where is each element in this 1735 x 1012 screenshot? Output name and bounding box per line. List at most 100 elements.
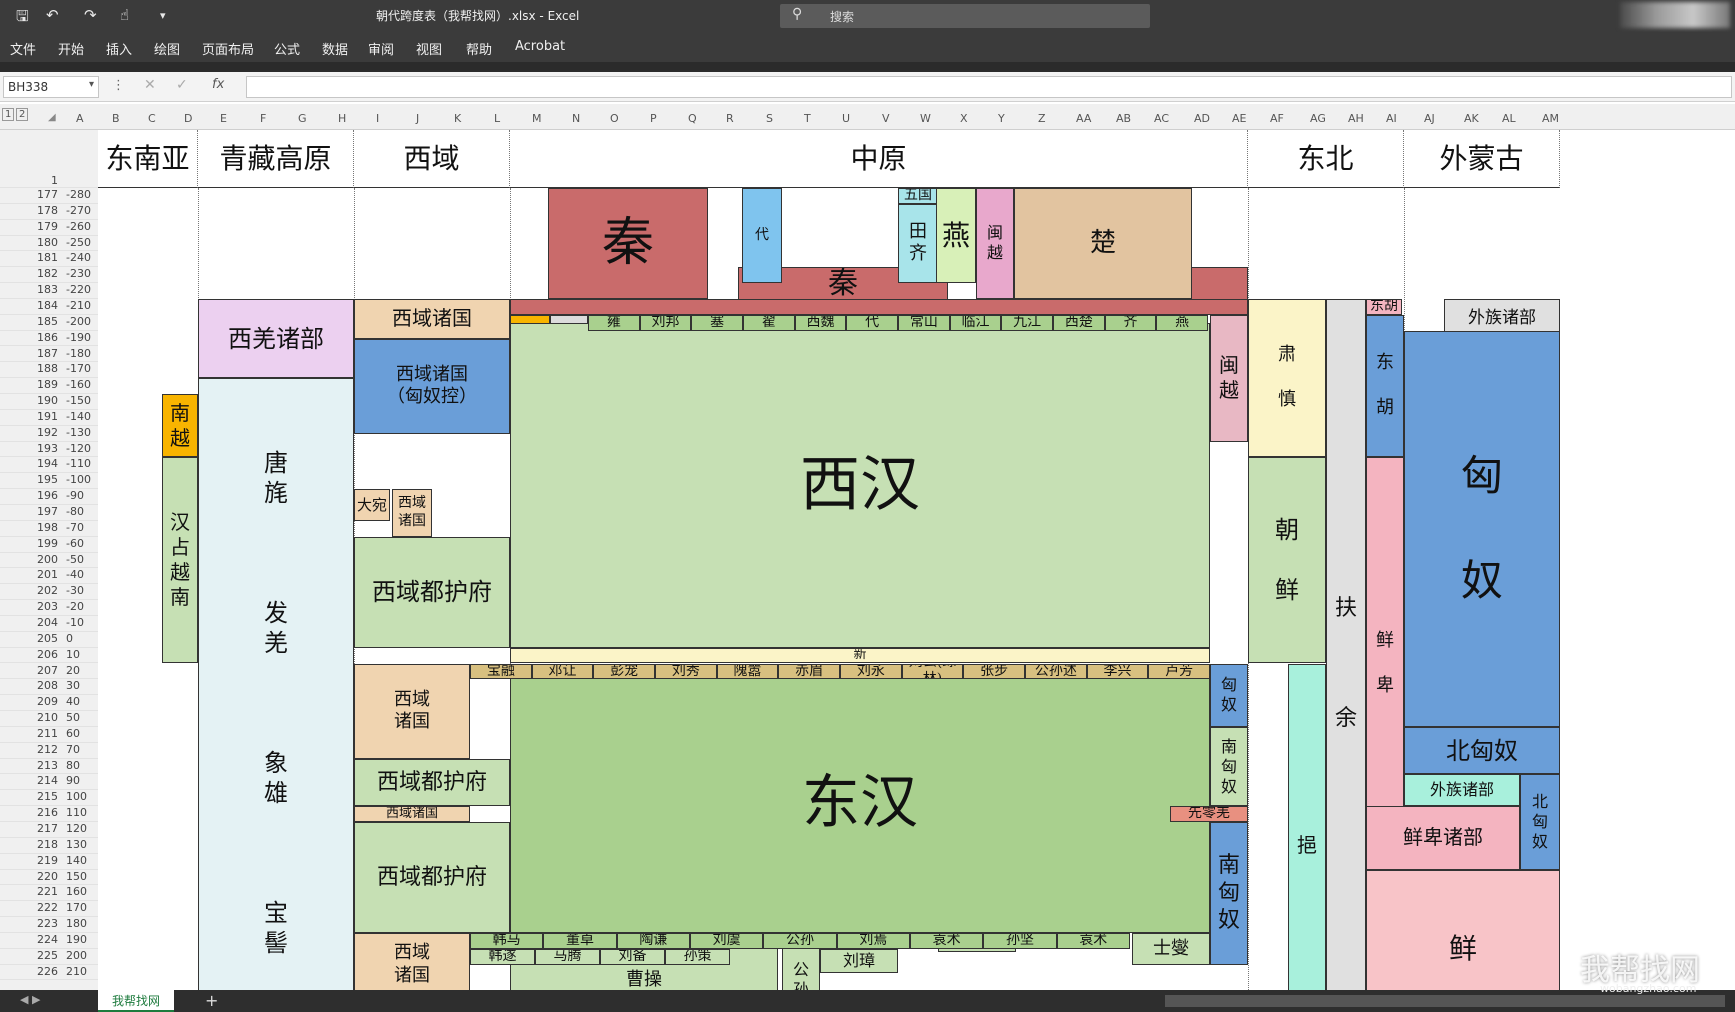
state-strip-cell[interactable]: 隗嚣	[716, 663, 779, 680]
row-header[interactable]: 199 -60	[0, 537, 98, 553]
state-strip-cell[interactable]: 袁术	[910, 932, 984, 949]
territory-block[interactable]: 鲜卑诸部	[1366, 806, 1520, 870]
territory-block[interactable]: 西域 诸国	[392, 489, 432, 537]
touch-mode-icon[interactable]: ☝	[120, 6, 129, 24]
customize-qat-icon[interactable]: ▾	[160, 9, 166, 22]
row-header[interactable]: 189 -160	[0, 378, 98, 395]
territory-block[interactable]: 秦	[548, 188, 708, 299]
row-header[interactable]: 207 20	[0, 664, 98, 680]
outline-level-1[interactable]: 1	[2, 108, 15, 121]
territory-block[interactable]: 西域都护府	[354, 536, 510, 648]
cancel-icon[interactable]: ✕	[144, 77, 156, 93]
state-strip-cell[interactable]: 马腾	[535, 948, 600, 965]
state-strip-cell[interactable]: 刘焉	[836, 932, 910, 949]
row-header[interactable]: 194 -110	[0, 457, 98, 474]
column-header[interactable]: D	[184, 112, 192, 125]
column-header[interactable]: J	[416, 112, 419, 125]
territory-block[interactable]: 唐 旄 发 羌 象 雄 宝 髻	[198, 378, 354, 990]
column-header[interactable]: AB	[1116, 112, 1131, 125]
state-strip-cell[interactable]: 翟	[743, 314, 795, 331]
column-header[interactable]: V	[882, 112, 890, 125]
state-strip-cell[interactable]: 代	[846, 314, 898, 331]
row-header[interactable]: 221 160	[0, 885, 98, 902]
state-strip-cell[interactable]: 九江	[1001, 314, 1053, 331]
territory-block[interactable]: 南 越	[162, 394, 198, 458]
row-header[interactable]: 211 60	[0, 727, 98, 743]
territory-block[interactable]: 西域 诸国	[354, 932, 470, 990]
column-header[interactable]: Y	[998, 112, 1005, 125]
save-icon[interactable]: 🖫	[16, 6, 29, 31]
state-strip-cell[interactable]: 常山	[898, 314, 950, 331]
territory-block[interactable]: 鲜	[1366, 869, 1560, 990]
territory-block[interactable]: 南 匈 奴	[1210, 822, 1248, 965]
row-header[interactable]: 198 -70	[0, 521, 98, 537]
territory-block[interactable]: 士燮	[1132, 932, 1210, 965]
row-header[interactable]: 182 -230	[0, 267, 98, 284]
territory-block[interactable]: 东 胡	[1366, 314, 1404, 458]
row-header[interactable]: 192 -130	[0, 426, 98, 442]
insert-function-button[interactable]: fx	[212, 77, 224, 92]
column-header[interactable]: K	[454, 112, 461, 125]
sheet-tab[interactable]: 我帮找网	[98, 990, 174, 1012]
territory-block[interactable]: 代	[742, 188, 782, 284]
column-header[interactable]: G	[298, 112, 307, 125]
row-header[interactable]: 226 210	[0, 965, 98, 981]
state-strip-cell[interactable]: 刘玄(绿林)	[901, 663, 964, 680]
territory-block[interactable]: 匈 奴	[1210, 663, 1248, 727]
state-strip-cell[interactable]: 卢芳	[1148, 663, 1210, 680]
territory-block[interactable]: 汉 占 越 南	[162, 457, 198, 664]
select-all-icon[interactable]: ◢	[48, 112, 56, 123]
menu-tab-4[interactable]: 页面布局	[202, 39, 254, 58]
row-header[interactable]: 217 120	[0, 822, 98, 838]
row-header[interactable]: 181 -240	[0, 251, 98, 268]
row-header[interactable]: 190 -150	[0, 394, 98, 410]
territory-block[interactable]: 闽 越	[1210, 314, 1248, 442]
territory-block[interactable]: 西域都护府	[354, 758, 510, 807]
territory-block[interactable]: 扶 余	[1326, 298, 1366, 990]
row-header[interactable]: 197 -80	[0, 505, 98, 521]
column-header[interactable]: T	[804, 112, 811, 125]
column-header[interactable]: AL	[1502, 112, 1516, 125]
menu-tab-9[interactable]: 帮助	[466, 39, 492, 58]
row-header[interactable]: 206 10	[0, 648, 98, 664]
row-header[interactable]: 178 -270	[0, 204, 98, 220]
column-header[interactable]: AM	[1542, 112, 1559, 125]
spreadsheet-grid[interactable]: 东南亚青藏高原西域中原东北外蒙古秦秦秦代五国田 齐燕闽 越楚西羌诸部西域诸国西域…	[98, 130, 1735, 990]
territory-block[interactable]: 外族诸部	[1404, 774, 1520, 807]
state-strip-cell[interactable]: 公孙	[763, 932, 837, 949]
row-header[interactable]: 212 70	[0, 743, 98, 759]
territory-block[interactable]: 匈 奴	[1404, 330, 1560, 727]
search-box[interactable]: ⚲ 搜索	[780, 4, 1150, 28]
menu-tab-10[interactable]: Acrobat	[515, 39, 565, 54]
menu-tab-5[interactable]: 公式	[274, 39, 300, 58]
state-strip-cell[interactable]: 塞	[691, 314, 743, 331]
column-header[interactable]: X	[960, 112, 968, 125]
territory-block[interactable]: 西域都护府	[354, 822, 510, 933]
column-header[interactable]: AE	[1232, 112, 1246, 125]
row-header[interactable]: 218 130	[0, 838, 98, 854]
row-header[interactable]: 177 -280	[0, 188, 98, 204]
row-header[interactable]: 213 80	[0, 759, 98, 775]
territory-block[interactable]: 肃 慎	[1248, 298, 1326, 458]
row-header[interactable]: 195 -100	[0, 473, 98, 490]
account-area[interactable]	[1620, 2, 1730, 28]
horizontal-scrollbar[interactable]	[1165, 995, 1725, 1007]
column-header[interactable]: AF	[1270, 112, 1284, 125]
state-strip-cell[interactable]: 董卓	[543, 932, 617, 949]
state-strip-cell[interactable]: 西魏	[794, 314, 847, 331]
state-strip-cell[interactable]: 邓让	[531, 663, 594, 680]
column-header[interactable]: R	[726, 112, 734, 125]
row-header[interactable]: 1	[0, 130, 98, 188]
state-strip-cell[interactable]: 张步	[963, 663, 1025, 680]
territory-block[interactable]: 北 匈 奴	[1520, 774, 1560, 870]
state-strip-cell[interactable]: 刘虞	[690, 932, 764, 949]
row-header[interactable]: 184 -210	[0, 299, 98, 315]
row-header[interactable]: 209 40	[0, 695, 98, 712]
state-strip-cell[interactable]: 宝融	[470, 663, 532, 680]
row-header[interactable]: 219 140	[0, 854, 98, 870]
row-header[interactable]: 201 -40	[0, 568, 98, 585]
column-header[interactable]: H	[338, 112, 346, 125]
territory-block[interactable]: 西域诸国	[354, 806, 470, 822]
row-header[interactable]: 210 50	[0, 711, 98, 727]
territory-block[interactable]: 楚	[1014, 188, 1192, 299]
